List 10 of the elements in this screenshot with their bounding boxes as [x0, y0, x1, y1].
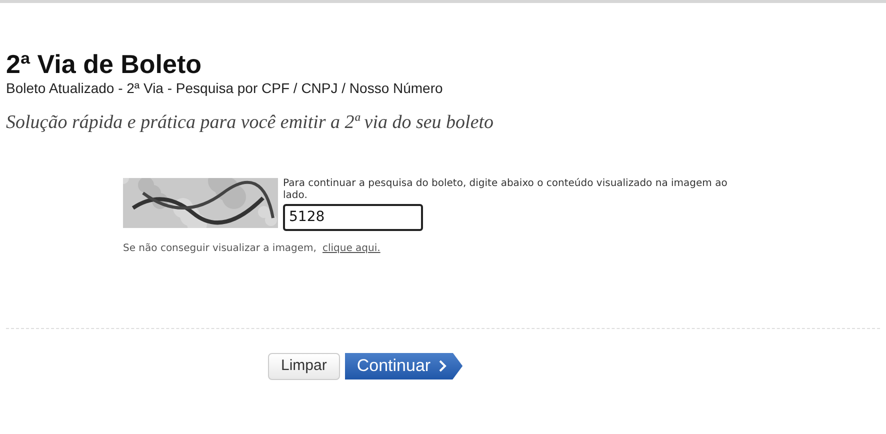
instructions-text: Para continuar a pesquisa do boleto, digite abaixo o conteúdo visualizado na imagem ao lado. — [283, 178, 728, 202]
clear-button[interactable]: Limpar — [268, 352, 340, 380]
page-subtitle: Boleto Atualizado - 2ª Via - Pesquisa por CPF / CNPJ / Nosso Número — [6, 79, 444, 97]
page-title: 2ª Via de Boleto — [6, 49, 203, 79]
continue-button[interactable]: Continuar — [344, 352, 463, 380]
tagline: Solução rápida e prática para você emitir a 2ª via do seu boleto — [6, 111, 495, 135]
help-text: Se não conseguir visualizar a imagem, — [123, 242, 316, 256]
captcha-input[interactable]: 5128 — [283, 204, 423, 230]
help-link[interactable]: clique aqui. — [322, 240, 380, 256]
chevron-icon — [438, 360, 447, 372]
